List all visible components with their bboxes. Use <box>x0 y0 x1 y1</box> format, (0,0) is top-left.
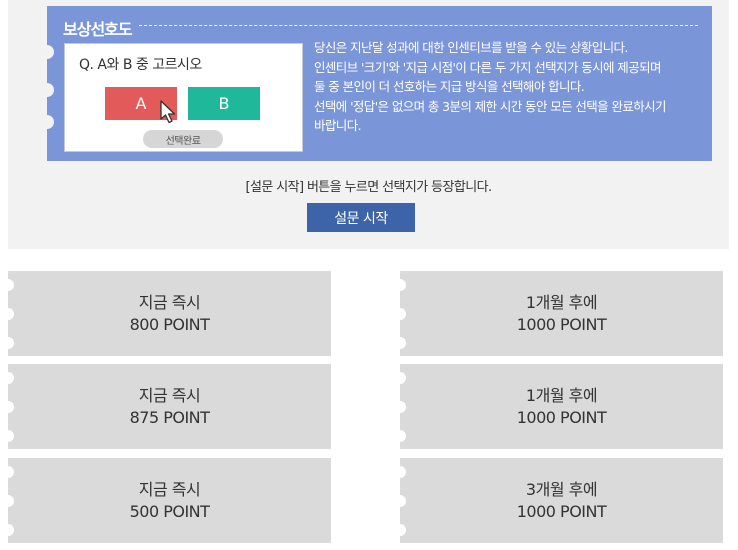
ticket-notch <box>394 308 406 320</box>
choice-points: 1000 POINT <box>516 314 607 334</box>
ticket-notch <box>394 466 406 478</box>
ticket-notch <box>394 337 406 349</box>
ticket-notch <box>2 524 14 536</box>
choice-card-right-2[interactable]: 1개월 후에 1000 POINT <box>394 364 723 449</box>
reward-preference-banner: 보상선호도 Q. A와 B 중 고르시오 A B 선택완료 당신은 지난달 성과… <box>47 6 712 161</box>
ticket-notch <box>394 430 406 442</box>
choice-timing: 1개월 후에 <box>525 292 598 312</box>
choice-card-left-3[interactable]: 지금 즉시 500 POINT <box>2 458 331 543</box>
instruction-text: 당신은 지난달 성과에 대한 인센티브를 받을 수 있는 상황입니다. 인센티브… <box>314 38 708 136</box>
instruction-line: 둘 중 본인이 더 선호하는 지급 방식을 선택해야 합니다. <box>314 79 585 94</box>
ticket-notch <box>47 115 54 129</box>
choice-timing: 지금 즉시 <box>138 385 201 405</box>
ticket-notch <box>394 495 406 507</box>
example-done-badge: 선택완료 <box>143 130 223 148</box>
example-question-card: Q. A와 B 중 고르시오 A B 선택완료 <box>64 43 303 152</box>
ticket-notch <box>2 466 14 478</box>
title-divider <box>139 25 698 26</box>
instruction-panel: 보상선호도 Q. A와 B 중 고르시오 A B 선택완료 당신은 지난달 성과… <box>8 0 729 249</box>
ticket-notch <box>394 401 406 413</box>
ticket-notch <box>394 279 406 291</box>
choice-timing: 1개월 후에 <box>525 385 598 405</box>
instruction-line: 인센티브 '크기'와 '지급 시점'이 다른 두 가지 선택지가 동시에 제공되… <box>314 59 662 75</box>
instruction-line: 당신은 지난달 성과에 대한 인센티브를 받을 수 있는 상황입니다. <box>314 40 628 55</box>
ticket-notch <box>47 83 54 97</box>
choice-timing: 지금 즉시 <box>138 292 201 312</box>
choice-points: 1000 POINT <box>516 501 607 521</box>
choice-timing: 지금 즉시 <box>138 479 201 499</box>
ticket-notch <box>47 45 54 59</box>
choice-card-left-2[interactable]: 지금 즉시 875 POINT <box>2 364 331 449</box>
choice-card-right-1[interactable]: 1개월 후에 1000 POINT <box>394 271 723 356</box>
choice-card-left-1[interactable]: 지금 즉시 800 POINT <box>2 271 331 356</box>
ticket-notch <box>2 308 14 320</box>
choice-card-right-3[interactable]: 3개월 후에 1000 POINT <box>394 458 723 543</box>
mouse-pointer-icon <box>160 100 176 124</box>
ticket-notch <box>2 279 14 291</box>
ticket-notch <box>2 401 14 413</box>
start-hint: [설문 시작] 버튼을 누르면 선택지가 등장합니다. <box>245 180 493 195</box>
choice-points: 800 POINT <box>129 314 210 334</box>
start-survey-button[interactable]: 설문 시작 <box>307 203 415 232</box>
ticket-notch <box>394 524 406 536</box>
banner-title: 보상선호도 <box>63 20 133 39</box>
choice-timing: 3개월 후에 <box>525 479 598 499</box>
instruction-line: 바랍니다. <box>314 118 362 133</box>
ticket-notch <box>2 430 14 442</box>
choice-points: 1000 POINT <box>516 407 607 427</box>
choice-points: 875 POINT <box>129 407 210 427</box>
choice-points: 500 POINT <box>129 501 210 521</box>
ticket-notch <box>2 372 14 384</box>
ticket-notch <box>2 337 14 349</box>
example-option-b: B <box>188 87 260 120</box>
instruction-line: 선택에 '정답'은 없으며 총 3분의 제한 시간 동안 모든 선택을 완료하시… <box>314 98 667 114</box>
ticket-notch <box>2 495 14 507</box>
ticket-notch <box>394 372 406 384</box>
example-question: Q. A와 B 중 고르시오 <box>79 57 202 73</box>
